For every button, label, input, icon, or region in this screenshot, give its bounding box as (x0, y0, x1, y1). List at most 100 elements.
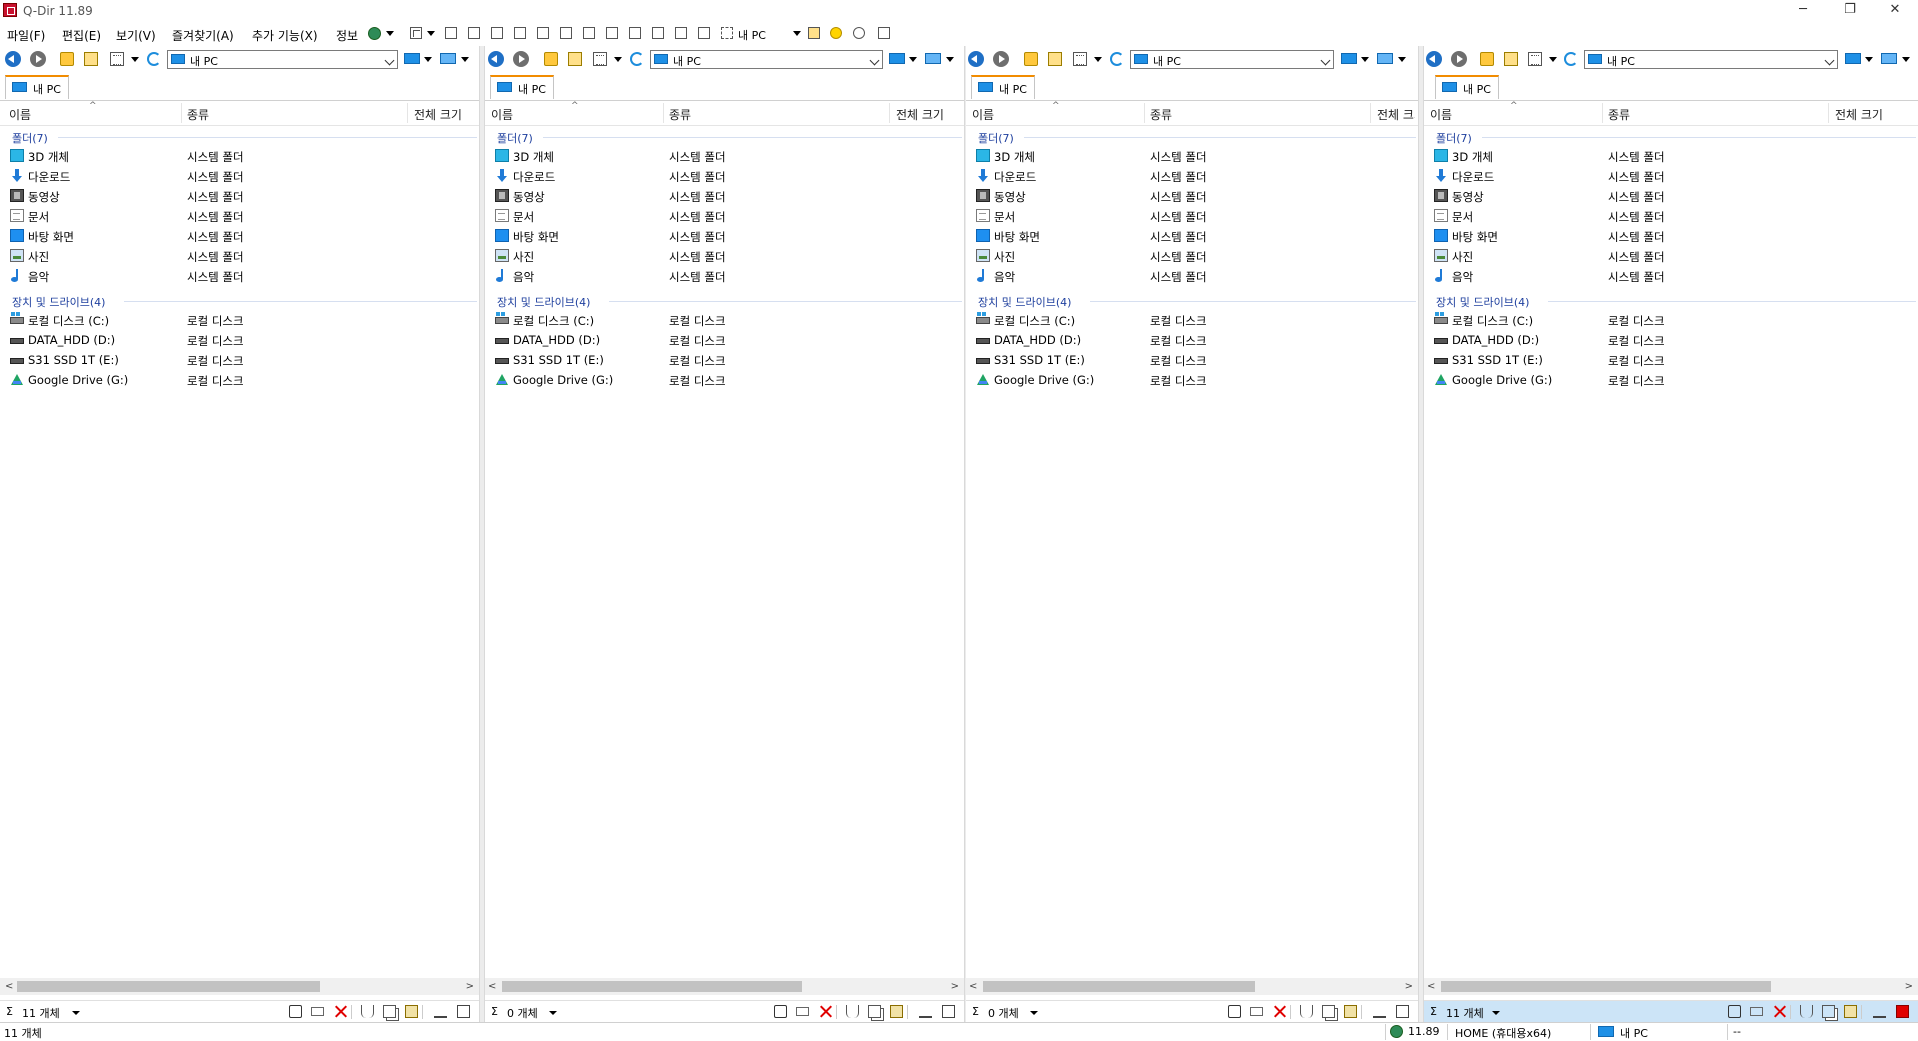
copy-icon[interactable] (383, 1005, 396, 1018)
list-item[interactable]: 바탕 화면 시스템 폴더 (0, 226, 479, 246)
properties-icon[interactable] (457, 1005, 470, 1018)
address-dropdown-icon[interactable] (384, 55, 395, 66)
new-folder-icon[interactable] (84, 52, 98, 66)
monitor-dropdown-icon[interactable] (1865, 57, 1873, 62)
layout-dropdown-icon[interactable] (427, 31, 435, 36)
view-mode-icon[interactable] (110, 52, 124, 66)
tab-my-pc[interactable]: 내 PC (490, 75, 554, 99)
copy-icon[interactable] (868, 1005, 881, 1018)
column-divider[interactable] (1144, 103, 1145, 123)
list-item[interactable]: 사진 시스템 폴더 (485, 246, 964, 266)
column-name[interactable]: 이름 (9, 106, 31, 123)
item-count[interactable]: 0 개체 (507, 1005, 538, 1021)
monitor-dropdown-icon[interactable] (909, 57, 917, 62)
list-item[interactable]: 3D 개체 시스템 폴더 (966, 146, 1418, 166)
item-count[interactable]: 0 개체 (988, 1005, 1019, 1021)
new-folder-icon[interactable] (1504, 52, 1518, 66)
desktop-icon[interactable] (1881, 53, 1897, 64)
up-folder-icon[interactable] (60, 52, 74, 66)
back-button[interactable] (1426, 51, 1442, 67)
monitor-dropdown-icon[interactable] (1361, 57, 1369, 62)
copy-icon[interactable] (1822, 1005, 1835, 1018)
layout-2-icon[interactable] (468, 27, 480, 39)
location-dropdown-icon[interactable] (793, 31, 801, 36)
globe-dropdown-icon[interactable] (386, 31, 394, 36)
column-name[interactable]: 이름 (1430, 106, 1452, 123)
copy-icon[interactable] (1322, 1005, 1335, 1018)
view-mode-icon[interactable] (593, 52, 607, 66)
list-item[interactable]: 3D 개체 시스템 폴더 (0, 146, 479, 166)
view-dropdown-icon[interactable] (131, 57, 139, 62)
cut-icon[interactable] (1800, 1005, 1813, 1018)
horizontal-scrollbar[interactable]: < > (0, 978, 479, 995)
list-item[interactable]: 사진 시스템 폴더 (1424, 246, 1918, 266)
horizontal-scrollbar[interactable]: < > (966, 978, 1418, 995)
view-dropdown-icon[interactable] (1549, 57, 1557, 62)
horizontal-scrollbar[interactable]: < > (485, 978, 964, 995)
tab-my-pc[interactable]: 내 PC (5, 75, 69, 99)
list-item[interactable]: DATA_HDD (D:) 로컬 디스크 (0, 330, 479, 350)
column-divider[interactable] (1828, 103, 1829, 123)
layout-11-icon[interactable] (675, 27, 687, 39)
forward-button[interactable] (30, 51, 46, 67)
minimize-button[interactable]: ─ (1783, 0, 1823, 22)
paste-icon[interactable] (405, 1005, 418, 1018)
horizontal-scrollbar[interactable]: < > (1424, 978, 1918, 995)
list-item[interactable]: S31 SSD 1T (E:) 로컬 디스크 (0, 350, 479, 370)
list-item[interactable]: 동영상 시스템 폴더 (0, 186, 479, 206)
layout-10-icon[interactable] (652, 27, 664, 39)
list-item[interactable]: 동영상 시스템 폴더 (485, 186, 964, 206)
list-item[interactable]: 바탕 화면 시스템 폴더 (1424, 226, 1918, 246)
layout-12-icon[interactable] (698, 27, 710, 39)
item-count[interactable]: 11 개체 (1446, 1005, 1484, 1021)
paste-icon[interactable] (1844, 1005, 1857, 1018)
list-item[interactable]: 로컬 디스크 (C:) 로컬 디스크 (0, 310, 479, 330)
group-header-folders[interactable]: 폴더(7) (1436, 130, 1472, 146)
layout-5-icon[interactable] (537, 27, 549, 39)
star-favorite-icon[interactable] (830, 27, 842, 39)
tab-my-pc[interactable]: 내 PC (1435, 75, 1499, 99)
back-button[interactable] (968, 51, 984, 67)
scroll-left-icon[interactable]: < (1427, 981, 1435, 992)
list-item[interactable]: 음악 시스템 폴더 (966, 266, 1418, 286)
list-item[interactable]: 사진 시스템 폴더 (966, 246, 1418, 266)
view-dropdown-icon[interactable] (1094, 57, 1102, 62)
list-item[interactable]: 3D 개체 시스템 폴더 (485, 146, 964, 166)
desktop-icon[interactable] (440, 53, 456, 64)
forward-button[interactable] (513, 51, 529, 67)
list-item[interactable]: DATA_HDD (D:) 로컬 디스크 (485, 330, 964, 350)
desktop-dropdown-icon[interactable] (946, 57, 954, 62)
column-type[interactable]: 종류 (1608, 106, 1630, 123)
layout-1-icon[interactable] (445, 27, 457, 39)
quick-action-icon[interactable] (774, 1005, 787, 1018)
rename-icon[interactable] (434, 1005, 447, 1018)
list-item[interactable]: 사진 시스템 폴더 (0, 246, 479, 266)
address-bar[interactable]: 내 PC (1584, 50, 1838, 69)
forward-button[interactable] (1451, 51, 1467, 67)
panel-toggle-icon[interactable] (878, 27, 890, 39)
view-dropdown-icon[interactable] (614, 57, 622, 62)
list-item[interactable]: 음악 시스템 폴더 (485, 266, 964, 286)
list-item[interactable]: DATA_HDD (D:) 로컬 디스크 (1424, 330, 1918, 350)
up-folder-icon[interactable] (1480, 52, 1494, 66)
cut-icon[interactable] (361, 1005, 374, 1018)
list-item[interactable]: 다운로드 시스템 폴더 (485, 166, 964, 186)
scroll-thumb[interactable] (1441, 981, 1771, 992)
layout-grid-icon[interactable] (410, 27, 422, 39)
scroll-thumb[interactable] (502, 981, 802, 992)
tools-icon[interactable] (853, 27, 865, 39)
properties-icon[interactable] (1396, 1005, 1409, 1018)
group-header-drives[interactable]: 장치 및 드라이브(4) (978, 294, 1071, 310)
list-item[interactable]: 바탕 화면 시스템 폴더 (966, 226, 1418, 246)
folder-bookmark-icon[interactable] (808, 27, 820, 39)
list-item[interactable]: Google Drive (G:) 로컬 디스크 (485, 370, 964, 390)
group-header-drives[interactable]: 장치 및 드라이브(4) (1436, 294, 1529, 310)
list-item[interactable]: 동영상 시스템 폴더 (966, 186, 1418, 206)
desktop-dropdown-icon[interactable] (461, 57, 469, 62)
view-mode-icon[interactable] (1528, 52, 1542, 66)
column-type[interactable]: 종류 (669, 106, 691, 123)
scroll-left-icon[interactable]: < (5, 981, 13, 992)
scroll-right-icon[interactable]: > (951, 981, 959, 992)
list-item[interactable]: 3D 개체 시스템 폴더 (1424, 146, 1918, 166)
list-item[interactable]: S31 SSD 1T (E:) 로컬 디스크 (1424, 350, 1918, 370)
